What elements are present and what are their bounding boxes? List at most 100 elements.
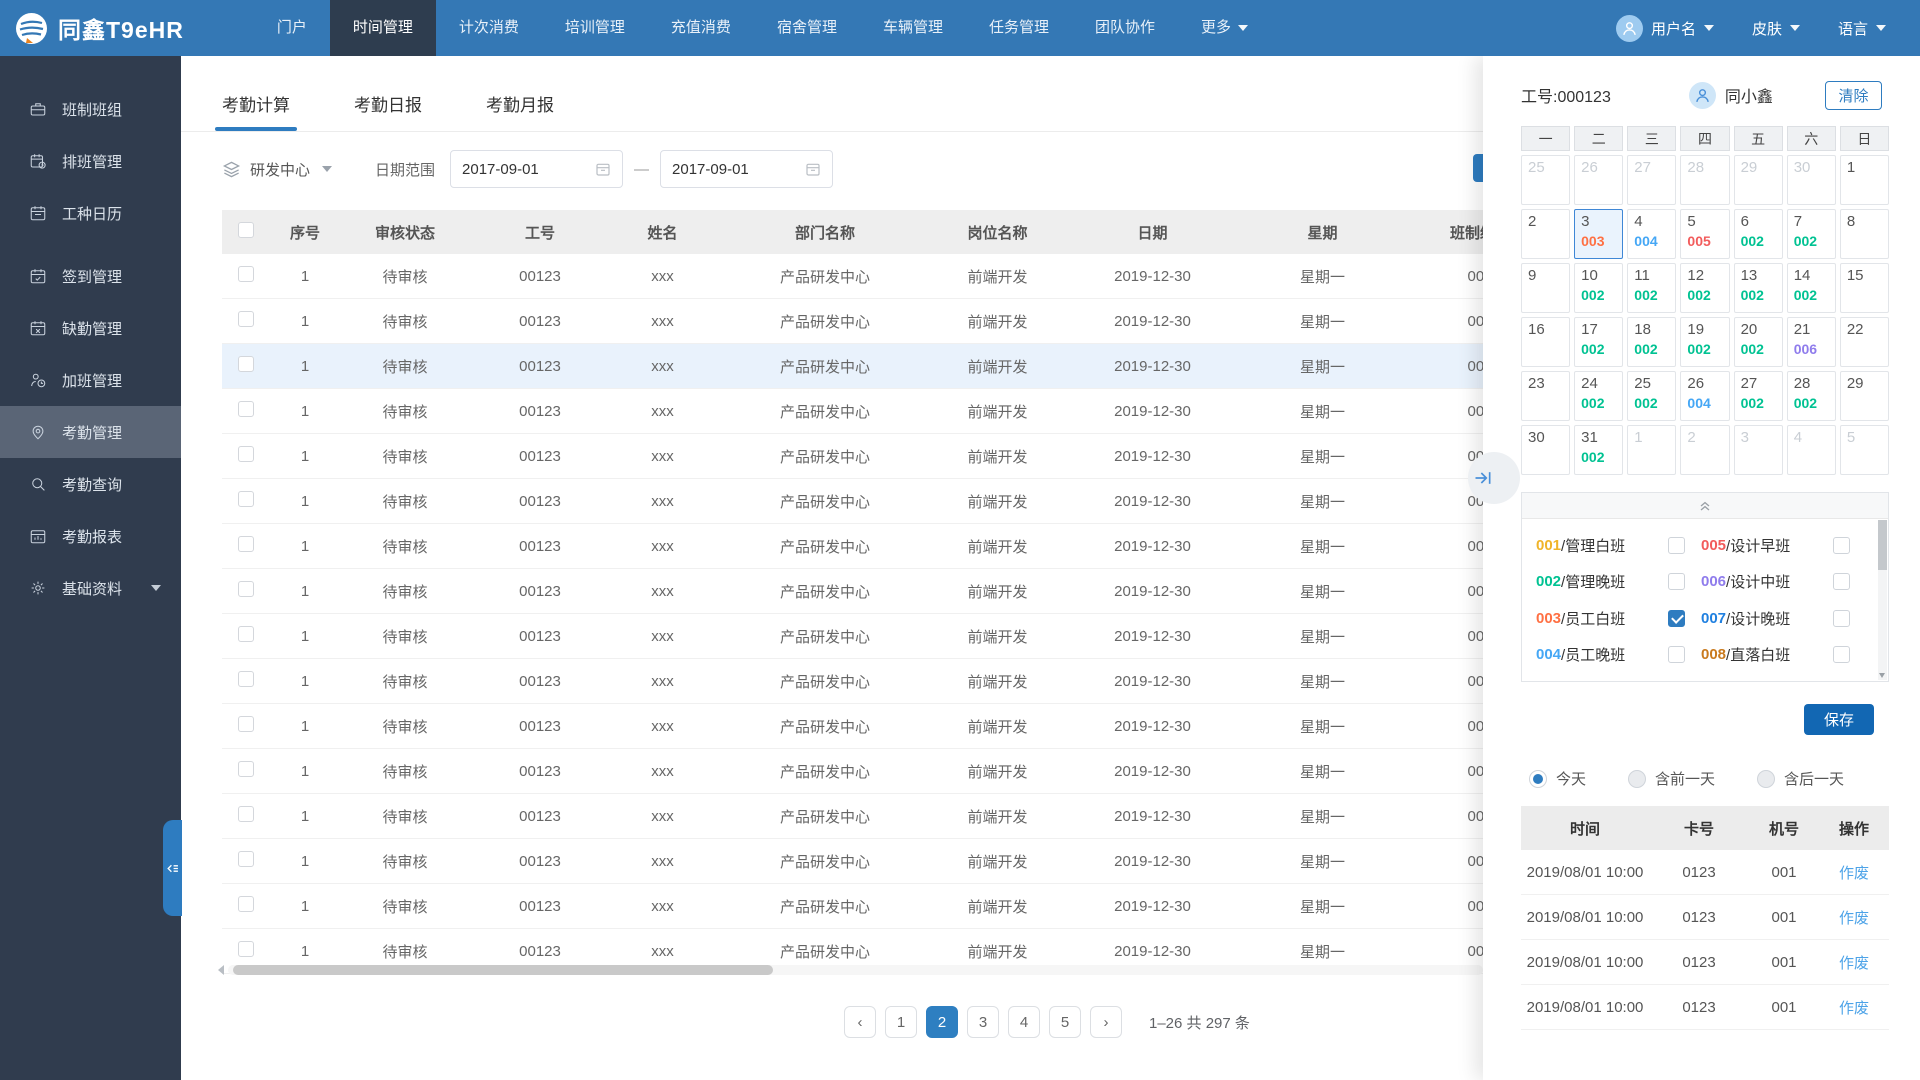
calendar-day-cell[interactable]: 3 [1733,425,1783,475]
select-all-checkbox[interactable] [238,222,254,238]
scroll-left-icon[interactable] [218,965,224,975]
user-menu[interactable]: 用户名 [1615,14,1714,42]
sidebar-item-班制班组[interactable]: 班制班组 [0,83,181,135]
calendar-day-cell[interactable]: 4 004 [1627,209,1677,259]
calendar-day-cell[interactable]: 27 002 [1733,371,1783,421]
calendar-day-cell[interactable]: 16 [1521,317,1571,367]
shift-checkbox[interactable] [1833,536,1850,554]
calendar-day-cell[interactable]: 4 [1786,425,1836,475]
nav-item-更多[interactable]: 更多 [1178,0,1271,56]
search-button-partially-hidden[interactable] [1473,154,1483,182]
calendar-day-cell[interactable]: 23 [1521,371,1571,421]
calendar-day-cell[interactable]: 9 [1521,263,1571,313]
nav-item-门户[interactable]: 门户 [254,0,330,56]
pagination-page-3[interactable]: 3 [967,1006,999,1038]
calendar-day-cell[interactable]: 18 002 [1627,317,1677,367]
sidebar-item-缺勤管理[interactable]: 缺勤管理 [0,302,181,354]
calendar-day-cell[interactable]: 10 002 [1574,263,1624,313]
void-link[interactable]: 作废 [1819,907,1889,928]
row-checkbox[interactable] [238,266,254,282]
table-row[interactable]: 1 待审核 00123 xxx 产品研发中心 前端开发 2019-12-30 星期一 001 [222,569,1483,614]
nav-item-宿舍管理[interactable]: 宿舍管理 [754,0,860,56]
radio-含前一天[interactable]: 含前一天 [1628,768,1715,789]
sidebar-item-基础资料[interactable]: 基础资料 [0,562,181,614]
calendar-day-cell[interactable]: 13 002 [1733,263,1783,313]
calendar-day-cell[interactable]: 1 [1839,155,1889,205]
sidebar-item-考勤查询[interactable]: 考勤查询 [0,458,181,510]
pagination-page-2[interactable]: 2 [926,1006,958,1038]
table-row[interactable]: 1 待审核 00123 xxx 产品研发中心 前端开发 2019-12-30 星期一 001 [222,659,1483,704]
calendar-day-cell[interactable]: 21 006 [1786,317,1836,367]
row-checkbox[interactable] [238,851,254,867]
shift-checkbox[interactable] [1668,609,1685,627]
calendar-day-cell[interactable]: 28 [1680,155,1730,205]
table-row[interactable]: 1 待审核 00123 xxx 产品研发中心 前端开发 2019-12-30 星期一 001 [222,794,1483,839]
pagination-next-button[interactable]: › [1090,1006,1122,1038]
scrollbar-thumb[interactable] [1878,520,1887,570]
row-checkbox[interactable] [238,311,254,327]
calendar-day-cell[interactable]: 25 [1521,155,1571,205]
date-to-input[interactable]: 2017-09-01 [660,150,834,188]
pagination-page-5[interactable]: 5 [1049,1006,1081,1038]
row-checkbox[interactable] [238,491,254,507]
nav-item-时间管理[interactable]: 时间管理 [329,0,436,56]
nav-item-团队协作[interactable]: 团队协作 [1072,0,1178,56]
shift-checkbox[interactable] [1668,646,1685,664]
nav-item-任务管理[interactable]: 任务管理 [966,0,1072,56]
row-checkbox[interactable] [238,761,254,777]
calendar-day-cell[interactable]: 24 002 [1574,371,1624,421]
calendar-day-cell[interactable]: 6 002 [1733,209,1783,259]
table-row[interactable]: 1 待审核 00123 xxx 产品研发中心 前端开发 2019-12-30 星期一 001 [222,704,1483,749]
row-checkbox[interactable] [238,401,254,417]
skin-menu[interactable]: 皮肤 [1752,18,1800,39]
scrollbar-track[interactable] [228,965,1483,975]
clear-button[interactable]: 清除 [1825,80,1882,110]
language-menu[interactable]: 语言 [1838,18,1886,39]
calendar-day-cell[interactable]: 12 002 [1680,263,1730,313]
table-row[interactable]: 1 待审核 00123 xxx 产品研发中心 前端开发 2019-12-30 星期一 001 [222,524,1483,569]
row-checkbox[interactable] [238,446,254,462]
shift-list-scrollbar[interactable] [1878,520,1887,680]
sidebar-item-考勤报表[interactable]: 考勤报表 [0,510,181,562]
calendar-day-cell[interactable]: 25 002 [1627,371,1677,421]
sidebar-item-加班管理[interactable]: 加班管理 [0,354,181,406]
table-row[interactable]: 1 待审核 00123 xxx 产品研发中心 前端开发 2019-12-30 星期一 001 [222,434,1483,479]
calendar-day-cell[interactable]: 20 002 [1733,317,1783,367]
row-checkbox[interactable] [238,671,254,687]
calendar-day-cell[interactable]: 30 [1521,425,1571,475]
sidebar-item-考勤管理[interactable]: 考勤管理 [0,406,181,458]
row-checkbox[interactable] [238,536,254,552]
calendar-day-cell[interactable]: 14 002 [1786,263,1836,313]
sidebar-item-签到管理[interactable]: 签到管理 [0,250,181,302]
tab-考勤日报[interactable]: 考勤日报 [354,91,422,131]
table-row[interactable]: 1 待审核 00123 xxx 产品研发中心 前端开发 2019-12-30 星期一 001 [222,389,1483,434]
calendar-day-cell[interactable]: 22 [1839,317,1889,367]
calendar-day-cell[interactable]: 2 [1680,425,1730,475]
table-row[interactable]: 1 待审核 00123 xxx 产品研发中心 前端开发 2019-12-30 星期一 001 [222,614,1483,659]
row-checkbox[interactable] [238,716,254,732]
sidebar-item-排班管理[interactable]: 排班管理 [0,135,181,187]
calendar-day-cell[interactable]: 31 002 [1574,425,1624,475]
void-link[interactable]: 作废 [1819,862,1889,883]
table-row[interactable]: 1 待审核 00123 xxx 产品研发中心 前端开发 2019-12-30 星期一 001 [222,254,1483,299]
row-checkbox[interactable] [238,896,254,912]
shift-checkbox[interactable] [1833,646,1850,664]
calendar-day-cell[interactable]: 15 [1839,263,1889,313]
row-checkbox[interactable] [238,941,254,957]
table-row[interactable]: 1 待审核 00123 xxx 产品研发中心 前端开发 2019-12-30 星期一 001 [222,839,1483,884]
table-row[interactable]: 1 待审核 00123 xxx 产品研发中心 前端开发 2019-12-30 星期一 001 [222,299,1483,344]
department-select[interactable]: 研发中心 [222,159,333,180]
calendar-day-cell[interactable]: 17 002 [1574,317,1624,367]
calendar-day-cell[interactable]: 29 [1733,155,1783,205]
table-row[interactable]: 1 待审核 00123 xxx 产品研发中心 前端开发 2019-12-30 星期一 001 [222,749,1483,794]
pagination-page-1[interactable]: 1 [885,1006,917,1038]
calendar-day-cell[interactable]: 3 003 [1574,209,1624,259]
void-link[interactable]: 作废 [1819,997,1889,1018]
shift-checkbox[interactable] [1668,573,1685,591]
calendar-day-cell[interactable]: 5 005 [1680,209,1730,259]
pagination-page-4[interactable]: 4 [1008,1006,1040,1038]
calendar-day-cell[interactable]: 30 [1786,155,1836,205]
scrollbar-thumb[interactable] [233,965,773,975]
shift-checkbox[interactable] [1668,536,1685,554]
radio-今天[interactable]: 今天 [1529,768,1586,789]
